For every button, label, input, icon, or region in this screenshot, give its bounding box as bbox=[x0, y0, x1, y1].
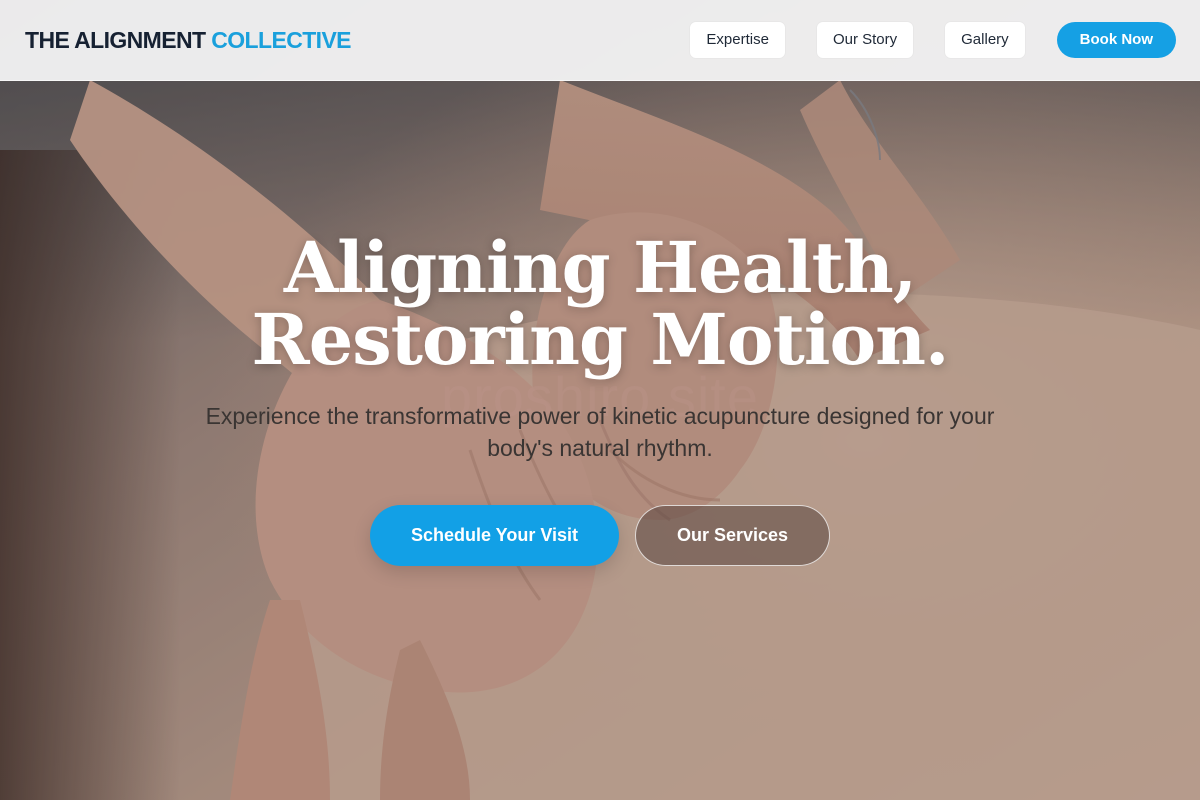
site-header: THE ALIGNMENT COLLECTIVE Expertise Our S… bbox=[0, 0, 1200, 81]
book-now-button[interactable]: Book Now bbox=[1056, 22, 1176, 58]
schedule-visit-button[interactable]: Schedule Your Visit bbox=[370, 505, 619, 566]
brand-primary-text: THE ALIGNMENT bbox=[25, 26, 206, 53]
hero-title-line-1: Aligning Health, bbox=[283, 226, 917, 309]
main-nav: Expertise Our Story Gallery Book Now bbox=[690, 22, 1176, 58]
brand-logo[interactable]: THE ALIGNMENT COLLECTIVE bbox=[25, 26, 352, 54]
our-services-button[interactable]: Our Services bbox=[635, 505, 830, 566]
hero-subtitle: Experience the transformative power of k… bbox=[205, 403, 995, 461]
nav-link-our-story[interactable]: Our Story bbox=[816, 22, 914, 58]
nav-link-expertise[interactable]: Expertise bbox=[690, 22, 785, 58]
hero-content: proshiro site Aligning Health, Restoring… bbox=[0, 0, 1200, 800]
nav-link-gallery[interactable]: Gallery bbox=[945, 22, 1025, 58]
brand-accent-text: COLLECTIVE bbox=[211, 26, 351, 53]
hero-title: Aligning Health, Restoring Motion. bbox=[0, 232, 1200, 376]
cta-row: Schedule Your Visit Our Services bbox=[0, 505, 1200, 566]
hero-title-line-2: Restoring Motion. bbox=[251, 298, 950, 381]
